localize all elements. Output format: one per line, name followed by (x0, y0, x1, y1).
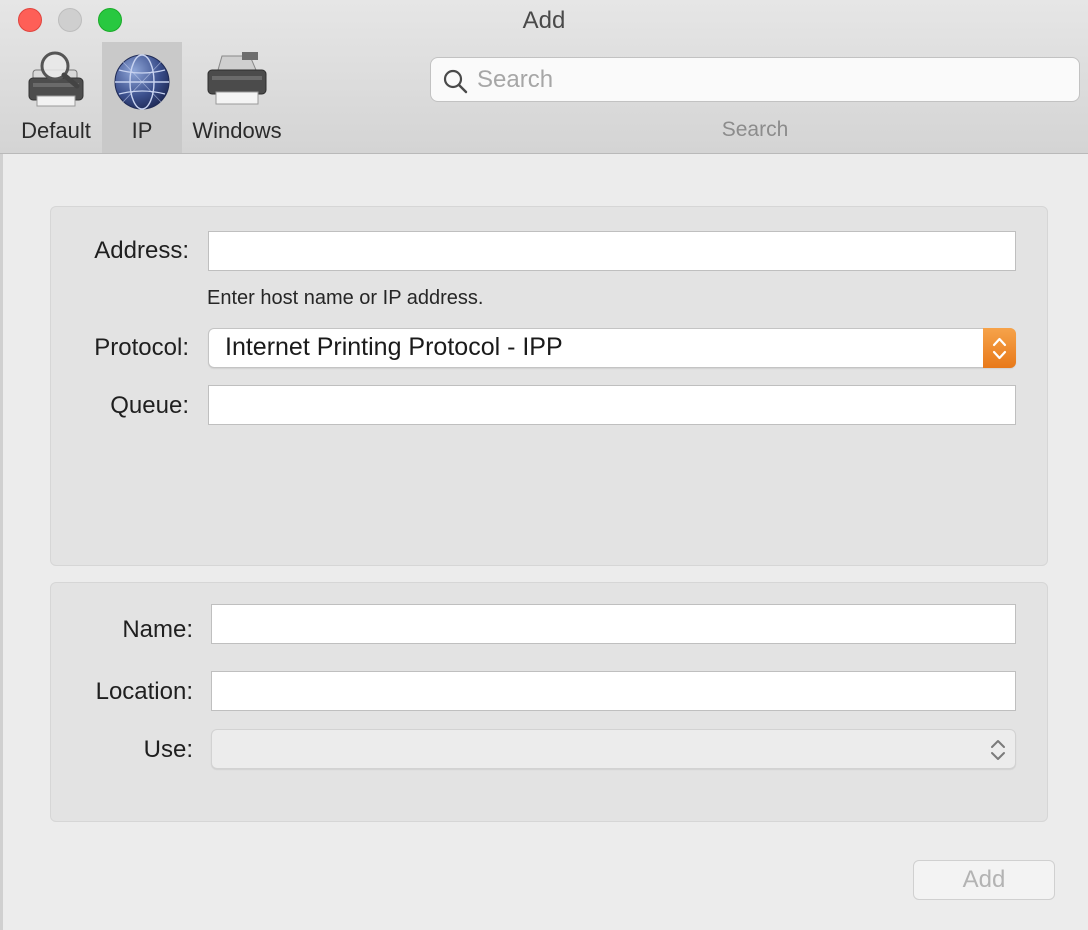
chevron-up-down-icon (991, 740, 1005, 760)
search-field[interactable] (430, 57, 1080, 102)
queue-field[interactable] (208, 385, 1016, 425)
search-caption: Search (721, 118, 789, 141)
address-field[interactable] (208, 231, 1016, 271)
use-popup[interactable] (211, 729, 1016, 769)
address-hint: Enter host name or IP address. (207, 287, 484, 309)
queue-label: Queue: (110, 392, 189, 419)
toolbar: Add Default IP Windows Search Search (0, 0, 1088, 154)
use-label: Use: (143, 736, 193, 763)
name-field[interactable] (211, 604, 1016, 644)
add-printer-window: Add Default IP Windows Search Search Add… (0, 0, 1088, 930)
add-button[interactable]: Add (913, 860, 1055, 900)
globe-icon (114, 54, 170, 110)
protocol-value: Internet Printing Protocol - IPP (225, 333, 563, 361)
tab-windows-label: Windows (192, 118, 282, 143)
tab-default[interactable]: Default (10, 42, 102, 153)
name-label: Name: (122, 616, 193, 643)
printer-info-group: Name: Location: Use: (50, 582, 1048, 822)
location-field[interactable] (211, 671, 1016, 711)
address-label: Address: (94, 237, 189, 264)
connection-group: Address: Enter host name or IP address. … (50, 206, 1048, 566)
tab-ip-label: IP (131, 118, 153, 143)
window-title: Add (522, 7, 566, 34)
search-input[interactable] (477, 62, 1067, 98)
tab-windows[interactable]: Windows (186, 42, 288, 153)
protocol-popup[interactable]: Internet Printing Protocol - IPP (208, 328, 1016, 368)
search-icon (443, 69, 468, 94)
tab-default-label: Default (21, 118, 91, 143)
protocol-stepper[interactable] (983, 328, 1016, 368)
printer-icon (207, 52, 267, 105)
tab-ip[interactable]: IP (102, 42, 182, 153)
location-label: Location: (95, 678, 193, 705)
protocol-label: Protocol: (94, 334, 189, 361)
printer-magnifier-icon (28, 51, 84, 107)
chevron-up-down-icon (992, 337, 1007, 360)
